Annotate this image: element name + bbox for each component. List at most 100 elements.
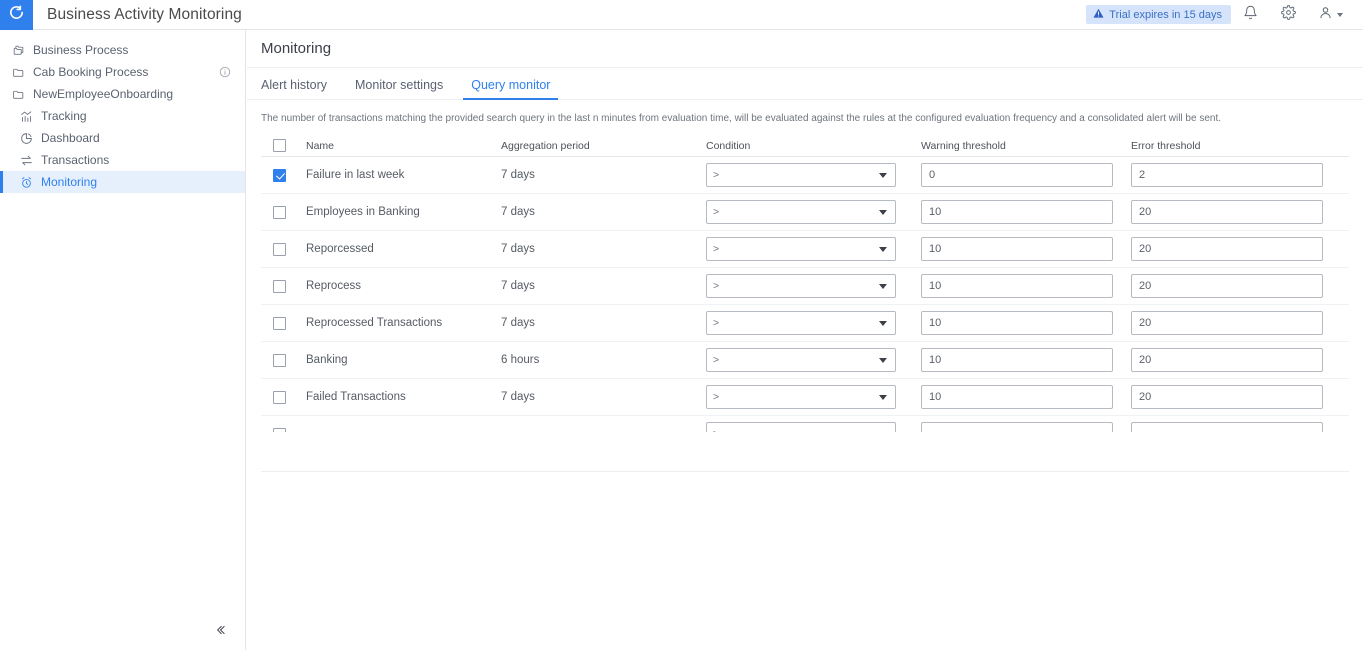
column-header-condition: Condition bbox=[706, 140, 921, 152]
select-all-checkbox[interactable] bbox=[273, 139, 286, 152]
condition-select[interactable]: > bbox=[706, 274, 896, 298]
row-checkbox[interactable] bbox=[273, 206, 286, 219]
user-menu-button[interactable] bbox=[1307, 0, 1353, 30]
column-header-name: Name bbox=[306, 140, 501, 152]
notifications-button[interactable] bbox=[1231, 0, 1269, 30]
sidebar-item-business-process[interactable]: Business Process bbox=[0, 39, 245, 61]
table-row[interactable]: Banking 6 hours > bbox=[261, 342, 1349, 379]
warning-threshold-input[interactable] bbox=[921, 422, 1113, 432]
row-condition-cell: > bbox=[706, 385, 921, 409]
row-condition-cell: > bbox=[706, 237, 921, 261]
table-row[interactable]: > bbox=[261, 416, 1349, 432]
error-threshold-input[interactable] bbox=[1131, 311, 1323, 335]
condition-select[interactable]: > bbox=[706, 200, 896, 224]
error-threshold-input[interactable] bbox=[1131, 385, 1323, 409]
top-bar-actions: Trial expires in 15 days bbox=[1086, 0, 1363, 30]
main-content: Monitoring Alert history Monitor setting… bbox=[247, 30, 1363, 650]
select-all-cell bbox=[261, 139, 306, 152]
condition-select[interactable]: > bbox=[706, 422, 896, 432]
row-checkbox[interactable] bbox=[273, 280, 286, 293]
row-checkbox[interactable] bbox=[273, 243, 286, 256]
table-header-row: Name Aggregation period Condition Warnin… bbox=[261, 135, 1349, 157]
row-error-cell bbox=[1131, 311, 1341, 335]
table-row[interactable]: Failure in last week 7 days > bbox=[261, 157, 1349, 194]
error-threshold-input[interactable] bbox=[1131, 200, 1323, 224]
tab-label: Alert history bbox=[261, 78, 327, 92]
row-name: Reprocessed Transactions bbox=[306, 317, 501, 329]
row-warning-cell bbox=[921, 311, 1131, 335]
row-checkbox[interactable] bbox=[273, 391, 286, 404]
row-checkbox[interactable] bbox=[273, 169, 286, 182]
row-warning-cell bbox=[921, 274, 1131, 298]
warning-threshold-input[interactable] bbox=[921, 348, 1113, 372]
warning-threshold-input[interactable] bbox=[921, 163, 1113, 187]
sidebar-item-monitoring[interactable]: Monitoring bbox=[0, 171, 245, 193]
chevron-down-icon bbox=[879, 210, 887, 215]
tab-bar: Alert history Monitor settings Query mon… bbox=[247, 68, 1363, 100]
sidebar-item-cab-booking-process[interactable]: Cab Booking Process bbox=[0, 61, 245, 83]
row-condition-cell: > bbox=[706, 200, 921, 224]
row-name: Reprocess bbox=[306, 280, 501, 292]
error-threshold-input[interactable] bbox=[1131, 422, 1323, 432]
table-row[interactable]: Reprocessed Transactions 7 days > bbox=[261, 305, 1349, 342]
error-threshold-input[interactable] bbox=[1131, 348, 1323, 372]
table-body: Failure in last week 7 days > bbox=[261, 157, 1349, 432]
row-aggregation-period: 6 hours bbox=[501, 354, 706, 366]
condition-select[interactable]: > bbox=[706, 163, 896, 187]
table-row[interactable]: Employees in Banking 7 days > bbox=[261, 194, 1349, 231]
sidebar-item-label: Tracking bbox=[41, 109, 87, 123]
exchange-arrows-icon bbox=[20, 154, 38, 167]
tab-query-monitor[interactable]: Query monitor bbox=[457, 78, 564, 99]
warning-threshold-input[interactable] bbox=[921, 311, 1113, 335]
sidebar-item-tracking[interactable]: Tracking bbox=[0, 105, 245, 127]
row-aggregation-period: 7 days bbox=[501, 317, 706, 329]
condition-select[interactable]: > bbox=[706, 385, 896, 409]
table-row[interactable]: Reprocess 7 days > bbox=[261, 268, 1349, 305]
row-condition-cell: > bbox=[706, 163, 921, 187]
warning-threshold-input[interactable] bbox=[921, 274, 1113, 298]
info-circle-icon[interactable] bbox=[219, 66, 231, 78]
row-select-cell bbox=[261, 428, 306, 433]
table-row[interactable]: Reporcessed 7 days > bbox=[261, 231, 1349, 268]
warning-threshold-input[interactable] bbox=[921, 385, 1113, 409]
warning-threshold-input[interactable] bbox=[921, 237, 1113, 261]
column-header-error-threshold: Error threshold bbox=[1131, 140, 1341, 152]
app-logo[interactable] bbox=[0, 0, 33, 30]
tab-alert-history[interactable]: Alert history bbox=[261, 78, 341, 99]
error-threshold-input[interactable] bbox=[1131, 237, 1323, 261]
condition-select[interactable]: > bbox=[706, 237, 896, 261]
error-threshold-input[interactable] bbox=[1131, 163, 1323, 187]
row-name: Failed Transactions bbox=[306, 391, 501, 403]
table-row[interactable]: Failed Transactions 7 days > bbox=[261, 379, 1349, 416]
warning-triangle-icon bbox=[1093, 8, 1104, 22]
row-error-cell bbox=[1131, 274, 1341, 298]
error-threshold-input[interactable] bbox=[1131, 274, 1323, 298]
warning-threshold-input[interactable] bbox=[921, 200, 1113, 224]
trial-expiry-badge[interactable]: Trial expires in 15 days bbox=[1086, 5, 1231, 24]
row-error-cell bbox=[1131, 422, 1341, 432]
condition-select[interactable]: > bbox=[706, 311, 896, 335]
sidebar-item-label: Cab Booking Process bbox=[33, 65, 148, 79]
bell-icon bbox=[1243, 5, 1258, 25]
row-select-cell bbox=[261, 317, 306, 330]
row-select-cell bbox=[261, 169, 306, 182]
sidebar-collapse-button[interactable] bbox=[209, 620, 231, 642]
row-warning-cell bbox=[921, 163, 1131, 187]
settings-button[interactable] bbox=[1269, 0, 1307, 30]
condition-select[interactable]: > bbox=[706, 348, 896, 372]
sidebar-item-dashboard[interactable]: Dashboard bbox=[0, 127, 245, 149]
folder-icon bbox=[12, 66, 30, 79]
row-checkbox[interactable] bbox=[273, 428, 286, 433]
double-chevron-left-icon bbox=[213, 623, 227, 640]
tab-monitor-settings[interactable]: Monitor settings bbox=[341, 78, 457, 99]
row-checkbox[interactable] bbox=[273, 354, 286, 367]
tab-label: Monitor settings bbox=[355, 78, 443, 92]
app-title: Business Activity Monitoring bbox=[47, 6, 242, 24]
trial-badge-label: Trial expires in 15 days bbox=[1109, 9, 1222, 21]
sidebar-item-transactions[interactable]: Transactions bbox=[0, 149, 245, 171]
sidebar-item-newemployeeonboarding[interactable]: NewEmployeeOnboarding bbox=[0, 83, 245, 105]
row-aggregation-period: 7 days bbox=[501, 206, 706, 218]
row-warning-cell bbox=[921, 348, 1131, 372]
row-checkbox[interactable] bbox=[273, 317, 286, 330]
row-error-cell bbox=[1131, 237, 1341, 261]
